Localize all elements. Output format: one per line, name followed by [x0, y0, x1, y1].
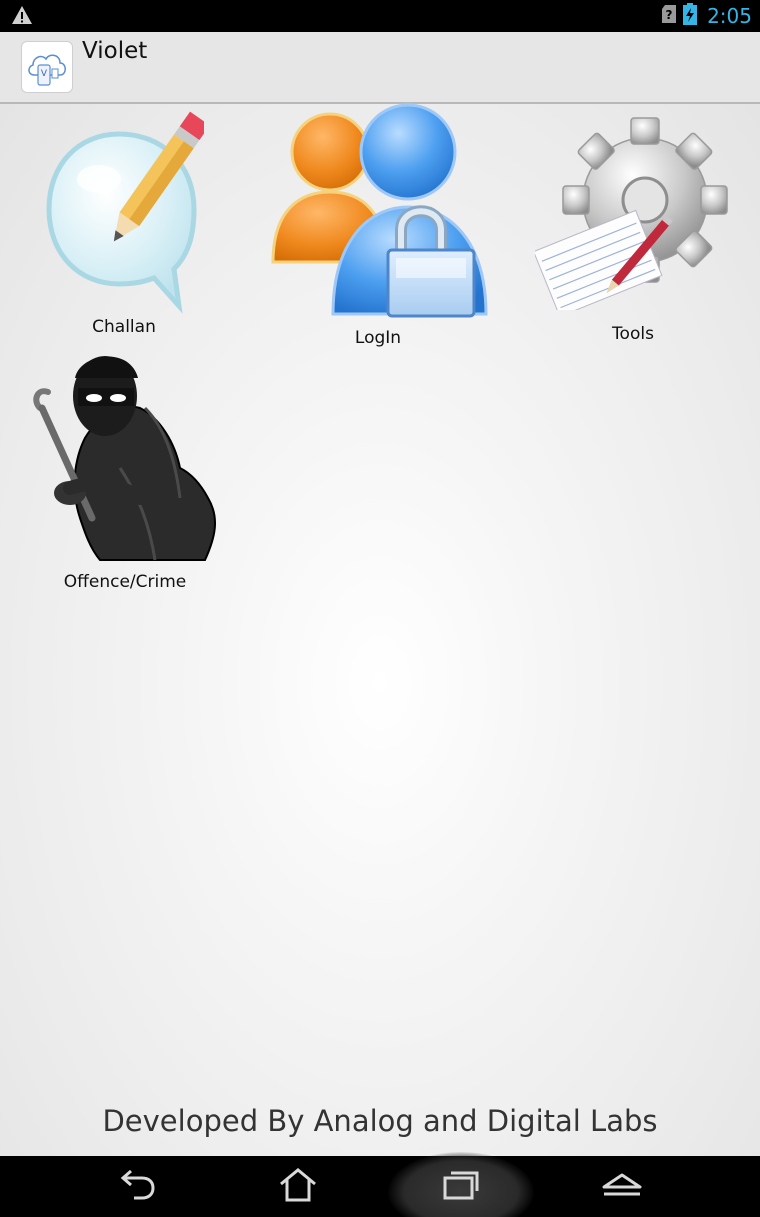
battery-charging-icon: [683, 2, 698, 30]
menu-button[interactable]: [592, 1164, 652, 1210]
status-time: 2:05: [707, 4, 752, 28]
login-label: LogIn: [354, 328, 402, 348]
action-bar: V Violet: [0, 32, 760, 104]
sim-unknown-icon: ?: [661, 4, 677, 29]
menu-up-icon: [600, 1171, 644, 1204]
speech-bubble-pencil-icon: [44, 104, 210, 319]
back-icon: [118, 1168, 158, 1207]
challan-label: Challan: [92, 317, 156, 337]
recent-apps-button[interactable]: [431, 1164, 491, 1210]
navigation-bar: [0, 1152, 760, 1217]
offence-crime-tile[interactable]: Offence/Crime: [25, 346, 225, 596]
thief-crowbar-icon: [30, 348, 220, 568]
home-icon: [278, 1167, 318, 1208]
violet-app-icon[interactable]: V: [21, 41, 73, 93]
svg-text:V: V: [41, 69, 48, 79]
app-title: Violet: [82, 38, 148, 64]
home-button[interactable]: [268, 1164, 328, 1210]
users-lock-icon: [268, 102, 490, 327]
challan-tile[interactable]: Challan: [34, 104, 214, 344]
login-tile[interactable]: LogIn: [268, 102, 490, 349]
warning-icon: [11, 5, 33, 30]
svg-text:?: ?: [666, 8, 673, 22]
recent-apps-icon: [441, 1169, 481, 1206]
developer-credit: Developed By Analog and Digital Labs: [102, 1104, 658, 1138]
back-button[interactable]: [108, 1164, 168, 1210]
gear-notepad-icon: [533, 110, 730, 318]
tools-label: Tools: [612, 324, 654, 344]
offence-crime-label: Offence/Crime: [63, 572, 187, 592]
content-area: Challan LogIn Tools Offence/Crime Develo…: [0, 102, 760, 1156]
tools-tile[interactable]: Tools: [533, 104, 735, 349]
status-bar: ? 2:05: [0, 0, 760, 32]
